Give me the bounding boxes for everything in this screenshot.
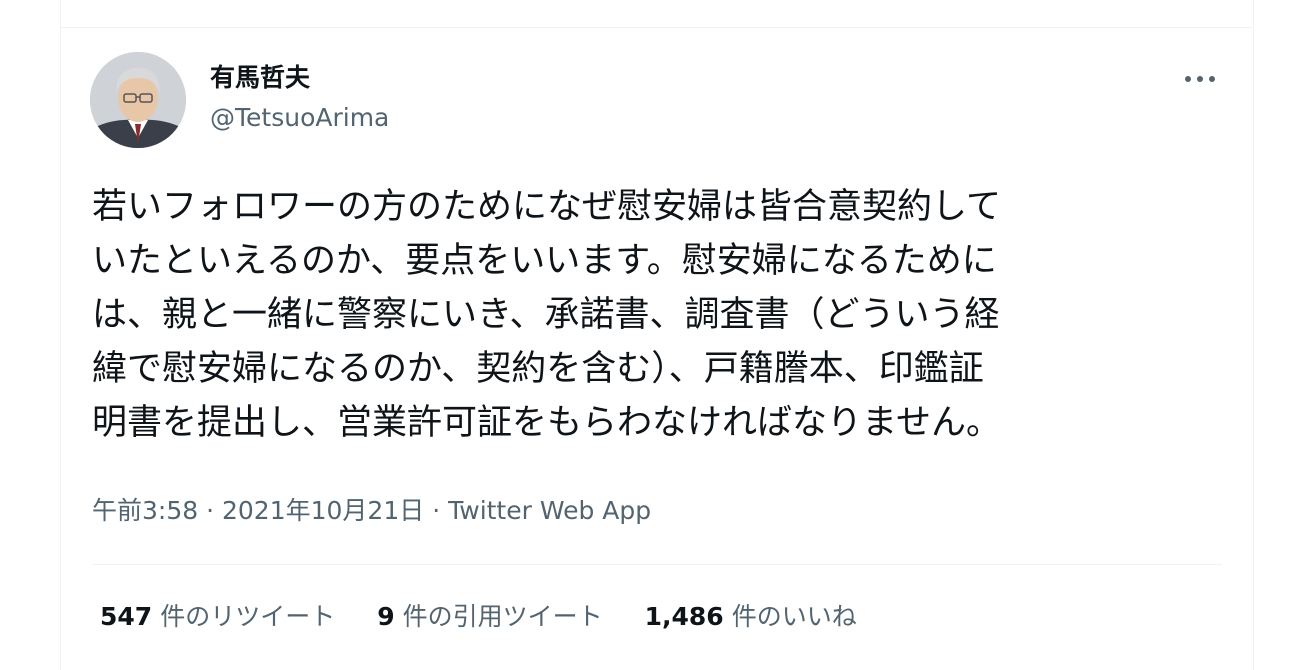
retweets-label: 件のリツイート — [160, 602, 336, 631]
tweet-time: 午前3:58 — [92, 496, 199, 525]
likes-label: 件のいいね — [731, 602, 857, 631]
avatar[interactable] — [90, 52, 186, 148]
tweet-text-line: 若いフォロワーの方のためになぜ慰安婦は皆合意契約して — [92, 187, 1001, 227]
tweet-stats: 547 件のリツイート 9 件の引用ツイート 1,486 件のいいね — [100, 600, 857, 634]
tweet-timestamp[interactable]: 午前3:58 · 2021年10月21日 — [92, 496, 424, 525]
quotes-count: 9 — [377, 602, 395, 631]
more-button[interactable] — [1178, 62, 1222, 96]
likes-stat[interactable]: 1,486 件のいいね — [645, 600, 857, 634]
tweet-text: 若いフォロワーの方のためになぜ慰安婦は皆合意契約して いたといえるのか、要点をい… — [92, 180, 1222, 450]
retweets-count: 547 — [100, 602, 153, 631]
quotes-label: 件の引用ツイート — [402, 602, 603, 631]
divider — [92, 564, 1222, 565]
more-horizontal-icon — [1185, 76, 1215, 82]
author-handle[interactable]: @TetsuoArima — [210, 102, 389, 134]
tweet-text-line: 緯で慰安婦になるのか、契約を含む）、戸籍謄本、印鑑証 — [92, 349, 984, 389]
meta-separator: · — [432, 496, 441, 525]
meta-separator: · — [206, 496, 215, 525]
author-name[interactable]: 有馬哲夫 — [210, 62, 310, 94]
retweets-stat[interactable]: 547 件のリツイート — [100, 600, 335, 634]
top-divider — [60, 27, 1252, 28]
tweet-text-line: は、親と一緒に警察にいき、承諾書、調査書（どういう経 — [92, 295, 1000, 335]
tweet-source[interactable]: Twitter Web App — [448, 496, 651, 525]
tweet-date: 2021年10月21日 — [222, 496, 425, 525]
tweet-meta: 午前3:58 · 2021年10月21日 · Twitter Web App — [92, 494, 651, 528]
tweet-text-line: 明書を提出し、営業許可証をもらわなければなりません。 — [92, 403, 1001, 443]
tweet-text-line: いたといえるのか、要点をいいます。慰安婦になるために — [92, 241, 997, 281]
avatar-image — [90, 52, 186, 148]
likes-count: 1,486 — [644, 602, 724, 631]
quotes-stat[interactable]: 9 件の引用ツイート — [377, 600, 602, 634]
